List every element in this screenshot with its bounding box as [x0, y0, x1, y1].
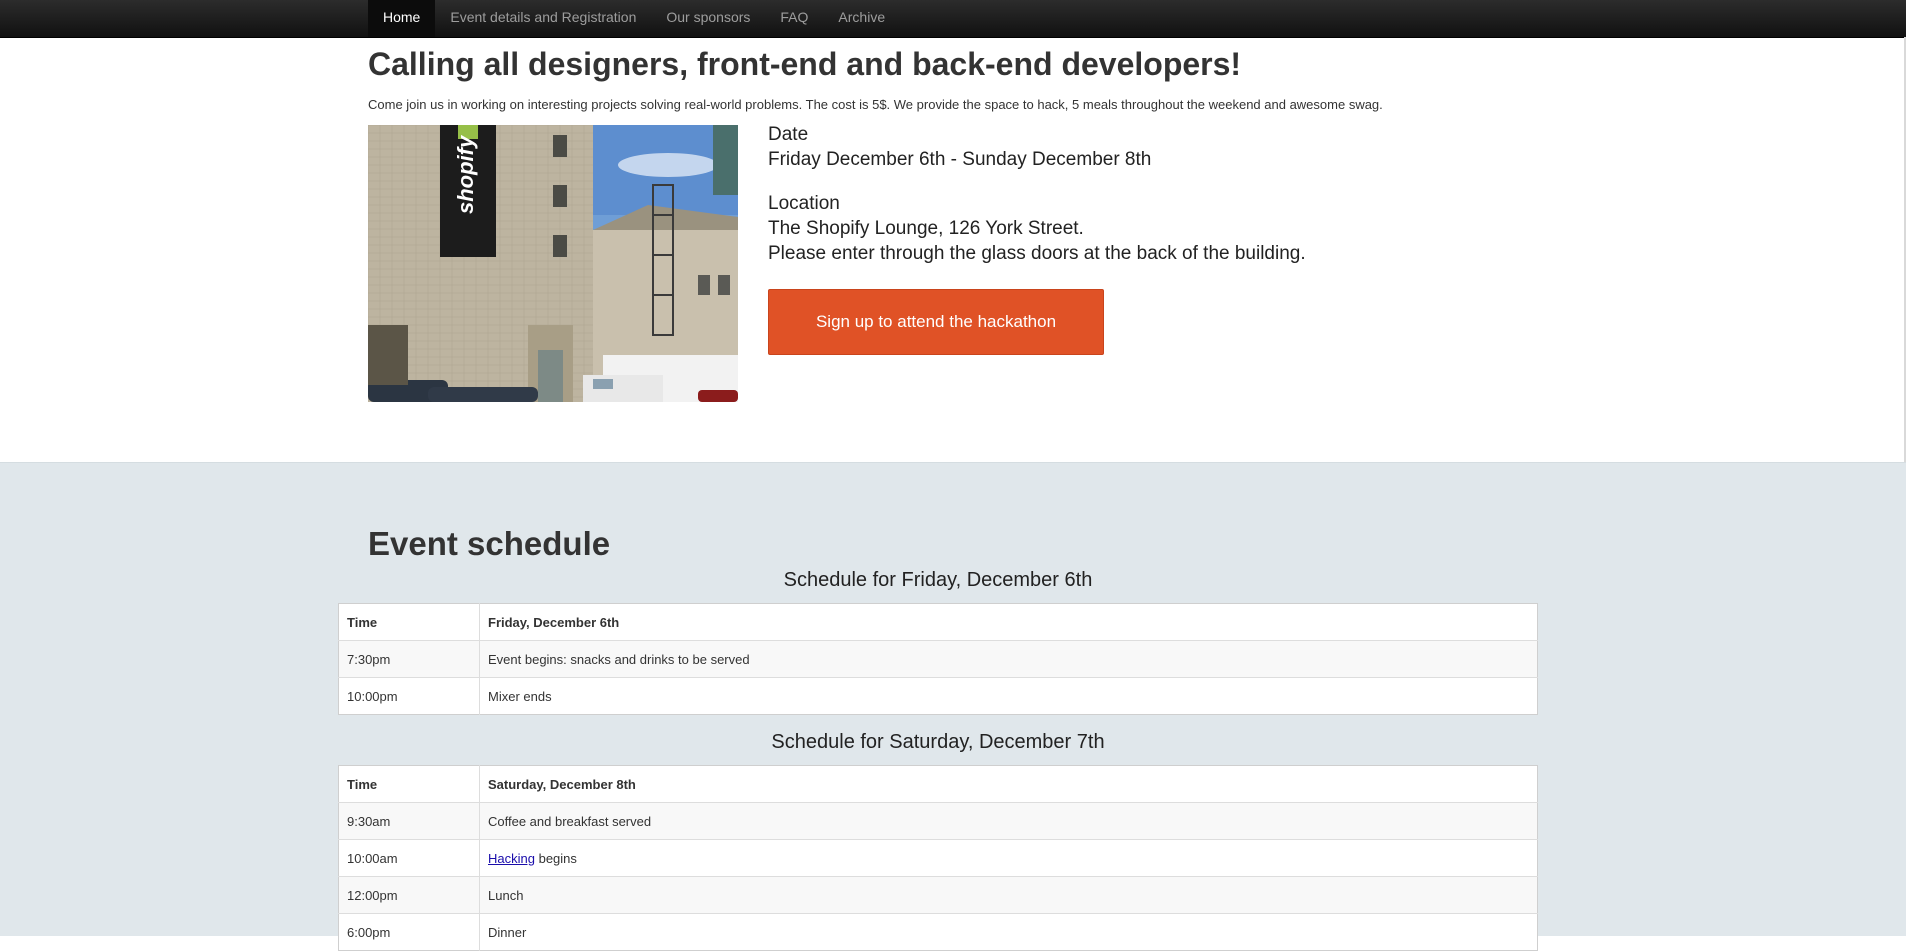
date-block: Date Friday December 6th - Sunday Decemb… [768, 122, 1306, 172]
page-title: Calling all designers, front-end and bac… [368, 46, 1242, 82]
saturday-schedule-table: Time Saturday, December 8th 9:30am Coffe… [338, 765, 1538, 951]
schedule-section: Event schedule Schedule for Friday, Dece… [0, 462, 1906, 951]
row-time: 10:00pm [338, 677, 480, 715]
row-activity: Mixer ends [479, 677, 1538, 715]
header-time: Time [338, 603, 480, 641]
row-activity: Hacking begins [479, 839, 1538, 877]
table-row: 7:30pm Event begins: snacks and drinks t… [338, 640, 1538, 678]
event-info: Date Friday December 6th - Sunday Decemb… [768, 122, 1306, 285]
top-navbar: Home Event details and Registration Our … [0, 0, 1906, 38]
table-header-row: Time Saturday, December 8th [338, 765, 1538, 803]
friday-schedule-table: Time Friday, December 6th 7:30pm Event b… [338, 603, 1538, 715]
location-address: The Shopify Lounge, 126 York Street. [768, 218, 1084, 239]
row-activity-text: begins [538, 850, 577, 866]
header-time: Time [338, 765, 480, 803]
table-header-row: Time Friday, December 6th [338, 603, 1538, 641]
location-label: Location [768, 193, 840, 214]
row-activity: Event begins: snacks and drinks to be se… [479, 640, 1538, 678]
shopify-banner-text: shopify [453, 135, 478, 214]
signup-button[interactable]: Sign up to attend the hackathon [768, 289, 1104, 355]
nav-item-event-details[interactable]: Event details and Registration [435, 0, 651, 37]
table-row: 6:00pm Dinner [338, 913, 1538, 951]
nav-item-sponsors[interactable]: Our sponsors [651, 0, 765, 37]
row-time: 6:00pm [338, 913, 480, 951]
friday-caption: Schedule for Friday, December 6th [783, 569, 1093, 591]
hacking-link[interactable]: Hacking [488, 851, 535, 866]
intro-text: Come join us in working on interesting p… [368, 97, 1383, 112]
row-activity: Lunch [479, 876, 1538, 914]
header-day: Saturday, December 8th [488, 776, 636, 792]
location-block: Location The Shopify Lounge, 126 York St… [768, 191, 1306, 266]
date-value: Friday December 6th - Sunday December 8t… [768, 149, 1152, 170]
row-time: 7:30pm [338, 640, 480, 678]
nav-menu: Home Event details and Registration Our … [368, 0, 900, 37]
table-row: 9:30am Coffee and breakfast served [338, 802, 1538, 840]
row-time: 12:00pm [338, 876, 480, 914]
saturday-caption: Schedule for Saturday, December 7th [771, 731, 1105, 753]
venue-photo: shopify [368, 125, 738, 402]
table-row: 10:00pm Mixer ends [338, 677, 1538, 715]
row-activity: Coffee and breakfast served [479, 802, 1538, 840]
nav-item-archive[interactable]: Archive [823, 0, 900, 37]
schedule-title: Event schedule [368, 525, 611, 562]
nav-item-home[interactable]: Home [368, 0, 436, 37]
header-day: Friday, December 6th [488, 614, 620, 630]
table-row: 12:00pm Lunch [338, 876, 1538, 914]
nav-item-faq[interactable]: FAQ [765, 0, 823, 37]
row-time: 10:00am [338, 839, 480, 877]
location-instructions: Please enter through the glass doors at … [768, 243, 1306, 264]
row-activity: Dinner [479, 913, 1538, 951]
row-time: 9:30am [338, 802, 480, 840]
table-row: 10:00am Hacking begins [338, 839, 1538, 877]
date-label: Date [768, 124, 809, 145]
